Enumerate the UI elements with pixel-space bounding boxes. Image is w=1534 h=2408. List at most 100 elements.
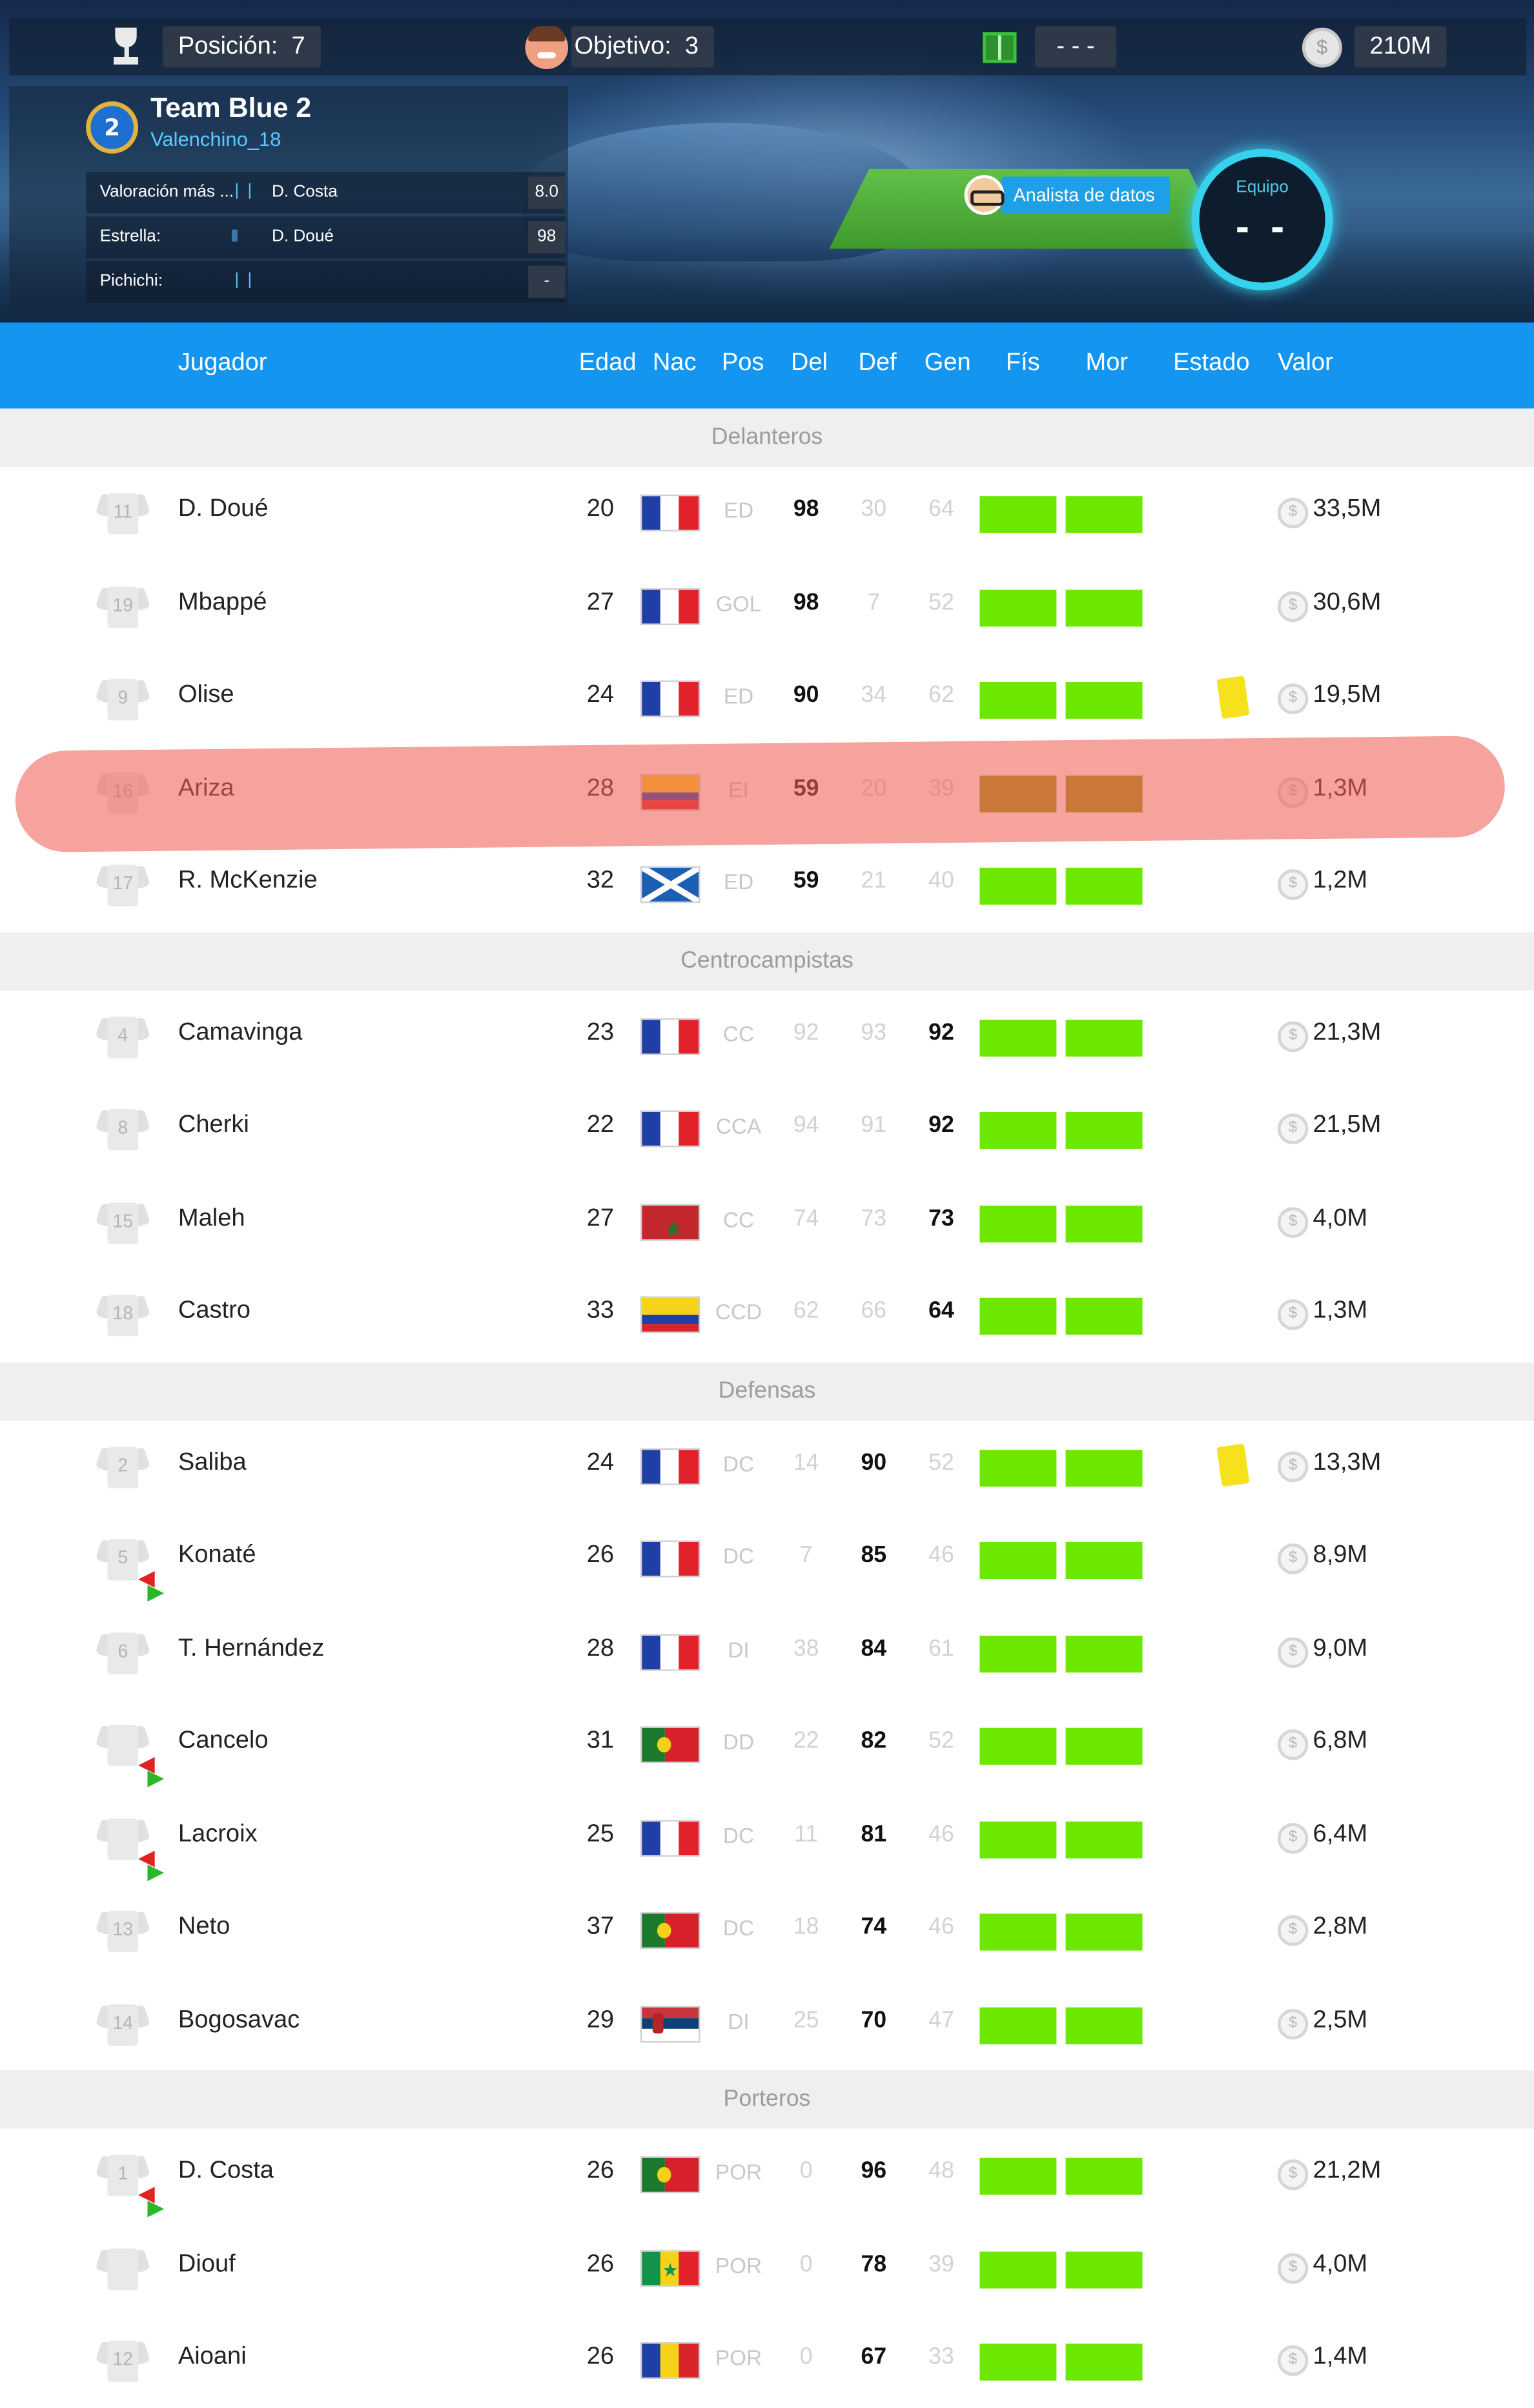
- player-name[interactable]: Castro: [178, 1298, 251, 1326]
- table-row[interactable]: ◀ ▶ Cancelo 31 DD 22 82 52 $6,8M: [0, 1699, 1534, 1791]
- player-name[interactable]: Neto: [178, 1913, 230, 1941]
- yellow-card-icon: [1216, 1443, 1250, 1487]
- player-shirt-icon: ❘❘: [230, 183, 256, 200]
- objective-pill: Objetivo: 3: [571, 26, 714, 68]
- flag-co-icon: [640, 1296, 701, 1333]
- stat-def: 73: [861, 1204, 887, 1231]
- stat-star-player[interactable]: Estrella: ▮ D. Doué 98: [86, 216, 566, 258]
- col-status[interactable]: Estado: [1173, 350, 1249, 378]
- stat-def: 93: [861, 1019, 887, 1045]
- player-name[interactable]: Olise: [178, 682, 234, 710]
- stat-del: 94: [793, 1111, 819, 1138]
- transfer-arrows-icon[interactable]: ◀ ▶: [132, 1846, 176, 1882]
- budget-indicator[interactable]: $ 210M: [1302, 19, 1447, 76]
- table-row[interactable]: 15 Maleh 27 ★ CC 74 73 73 $4,0M: [0, 1176, 1534, 1268]
- physical-bar: [979, 2250, 1057, 2288]
- stat-gen: 61: [928, 1634, 954, 1662]
- stat-best-rated[interactable]: Valoración más ... ❘❘ D. Costa 8.0: [86, 172, 566, 214]
- player-position: POR: [715, 2252, 762, 2277]
- table-row[interactable]: 18 Castro 33 CCD 62 66 64 $1,3M: [0, 1269, 1534, 1361]
- player-name[interactable]: D. Costa: [178, 2158, 274, 2186]
- player-name[interactable]: Maleh: [178, 1205, 245, 1233]
- shirt-icon: 9: [95, 675, 150, 721]
- flag-ma-icon: ★: [640, 1203, 701, 1240]
- next-match-indicator[interactable]: - - -: [983, 19, 1116, 76]
- player-age: 23: [586, 1019, 615, 1045]
- col-defense[interactable]: Def: [859, 350, 897, 378]
- stat-gen: 33: [928, 2343, 954, 2370]
- flag-rs-icon: [640, 2005, 701, 2043]
- table-row[interactable]: 5 ◀ ▶ Konaté 26 DC 7 85 46 $8,9M: [0, 1513, 1534, 1605]
- player-name[interactable]: Cancelo: [178, 1728, 269, 1756]
- col-morale[interactable]: Mor: [1086, 350, 1129, 378]
- player-name[interactable]: Lacroix: [178, 1821, 258, 1849]
- player-name[interactable]: Konaté: [178, 1542, 256, 1570]
- transfer-arrows-icon[interactable]: ◀ ▶: [132, 1753, 176, 1789]
- position-indicator[interactable]: Posición: 7: [110, 19, 321, 76]
- table-row[interactable]: 4 Camavinga 23 CC 92 93 92 $21,3M: [0, 990, 1534, 1082]
- shirt-body: [107, 2247, 139, 2290]
- col-value[interactable]: Valor: [1278, 350, 1333, 378]
- shirt-number: 17: [112, 872, 134, 894]
- player-name[interactable]: Camavinga: [178, 1019, 303, 1047]
- player-value: 4,0M: [1313, 2250, 1368, 2277]
- data-analyst-button[interactable]: Analista de datos: [964, 174, 1171, 214]
- player-value: 6,4M: [1313, 1820, 1368, 1847]
- col-nationality[interactable]: Nac: [653, 350, 697, 378]
- coin-icon: $: [1277, 2252, 1309, 2283]
- table-row[interactable]: 13 Neto 37 DC 18 74 46 $2,8M: [0, 1884, 1534, 1977]
- coin-icon: $: [1277, 1822, 1309, 1853]
- col-age[interactable]: Edad: [579, 350, 637, 378]
- table-row[interactable]: 19 Mbappé 27 GOL 98 7 52 $30,6M: [0, 560, 1534, 652]
- table-row[interactable]: 17 R. McKenzie 32 ED 59 21 40 $1,2M: [0, 839, 1534, 931]
- col-physical[interactable]: Fís: [1006, 350, 1040, 378]
- stat-top-scorer[interactable]: Pichichi: ❘❘ -: [86, 261, 566, 303]
- arrow-right-icon: ▶: [147, 1764, 164, 1789]
- shirt-icon: 15: [95, 1199, 150, 1244]
- player-name[interactable]: R. McKenzie: [178, 868, 318, 896]
- flag-sc-icon: [640, 866, 701, 903]
- player-name[interactable]: Mbappé: [178, 589, 267, 617]
- coin-icon: $: [1277, 1450, 1309, 1481]
- shirt-number: 11: [113, 500, 133, 522]
- player-name[interactable]: D. Doué: [178, 496, 269, 524]
- player-name[interactable]: T. Hernández: [178, 1635, 324, 1663]
- position-value: 7: [291, 33, 305, 59]
- team-rating-ring[interactable]: Equipo - -: [1191, 149, 1333, 291]
- shirt-number: 5: [118, 1547, 128, 1569]
- col-attack[interactable]: Del: [791, 350, 828, 378]
- table-row[interactable]: 14 Bogosavac 29 DI 25 70 47 $2,5M: [0, 1977, 1534, 2070]
- physical-bar: [979, 1297, 1057, 1335]
- col-player[interactable]: Jugador: [178, 350, 267, 378]
- table-row[interactable]: 11 D. Doué 20 ED 98 30 64 $33,5M: [0, 467, 1534, 559]
- table-row[interactable]: ◀ ▶ Lacroix 25 DC 11 81 46 $6,4M: [0, 1791, 1534, 1884]
- player-name[interactable]: Aioani: [178, 2343, 247, 2371]
- player-name[interactable]: Saliba: [178, 1449, 247, 1477]
- player-name[interactable]: Diouf: [178, 2251, 236, 2279]
- table-row[interactable]: 9 Olise 24 ED 90 34 62 $19,5M: [0, 653, 1534, 745]
- objective-indicator[interactable]: Objetivo: 3: [525, 19, 714, 76]
- table-row[interactable]: 1 ◀ ▶ D. Costa 26 POR 0 96 48 $21,2M: [0, 2128, 1534, 2221]
- flag-fr-icon: [640, 1447, 701, 1485]
- player-age: 24: [586, 682, 615, 708]
- table-row[interactable]: 12 Aioani 26 POR 0 67 33 $1,4M: [0, 2314, 1534, 2407]
- stat-gen: 40: [928, 867, 954, 894]
- col-position[interactable]: Pos: [722, 350, 764, 378]
- analyst-avatar-icon: [964, 174, 1005, 214]
- morale-bar: [1065, 1541, 1143, 1579]
- player-name[interactable]: Cherki: [178, 1112, 249, 1140]
- transfer-arrows-icon[interactable]: ◀ ▶: [132, 2183, 176, 2219]
- table-row[interactable]: 6 T. Hernández 28 DI 38 84 61 $9,0M: [0, 1606, 1534, 1698]
- physical-bar: [979, 1727, 1057, 1765]
- coin-icon: $: [1277, 1020, 1309, 1052]
- player-name[interactable]: Bogosavac: [178, 2006, 300, 2034]
- table-row[interactable]: Diouf 26 ★ POR 0 78 39 $4,0M: [0, 2221, 1534, 2314]
- col-general[interactable]: Gen: [925, 350, 971, 378]
- table-row[interactable]: 2 Saliba 24 DC 14 90 52 $13,3M: [0, 1420, 1534, 1512]
- player-value: 1,4M: [1313, 2343, 1368, 2370]
- stat-gen: 39: [928, 2250, 954, 2277]
- shirt-icon: 2: [95, 1443, 150, 1489]
- transfer-arrows-icon[interactable]: ◀ ▶: [132, 1567, 176, 1603]
- stat-def: 96: [861, 2157, 887, 2185]
- table-row[interactable]: 8 Cherki 22 CCA 94 91 92 $21,5M: [0, 1083, 1534, 1175]
